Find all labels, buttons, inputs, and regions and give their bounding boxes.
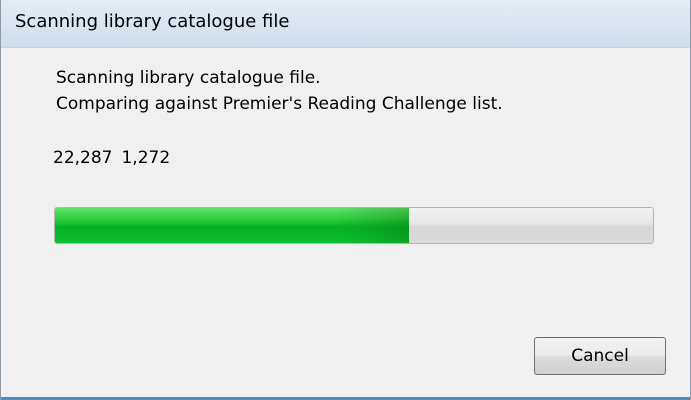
scan-dialog: Scanning library catalogue file Scanning… [0,0,691,400]
status-message-line-1: Scanning library catalogue file. [56,68,321,88]
status-message-line-2: Comparing against Premier's Reading Chal… [56,94,503,114]
scan-counts: 22,287 1,272 [53,148,179,168]
window-title: Scanning library catalogue file [15,11,290,32]
scanned-count: 22,287 [53,148,113,168]
matched-count: 1,272 [121,148,171,168]
progress-bar [54,207,654,244]
progress-bar-fill [55,208,410,243]
cancel-button[interactable]: Cancel [534,337,666,375]
title-bar[interactable]: Scanning library catalogue file [1,0,690,48]
